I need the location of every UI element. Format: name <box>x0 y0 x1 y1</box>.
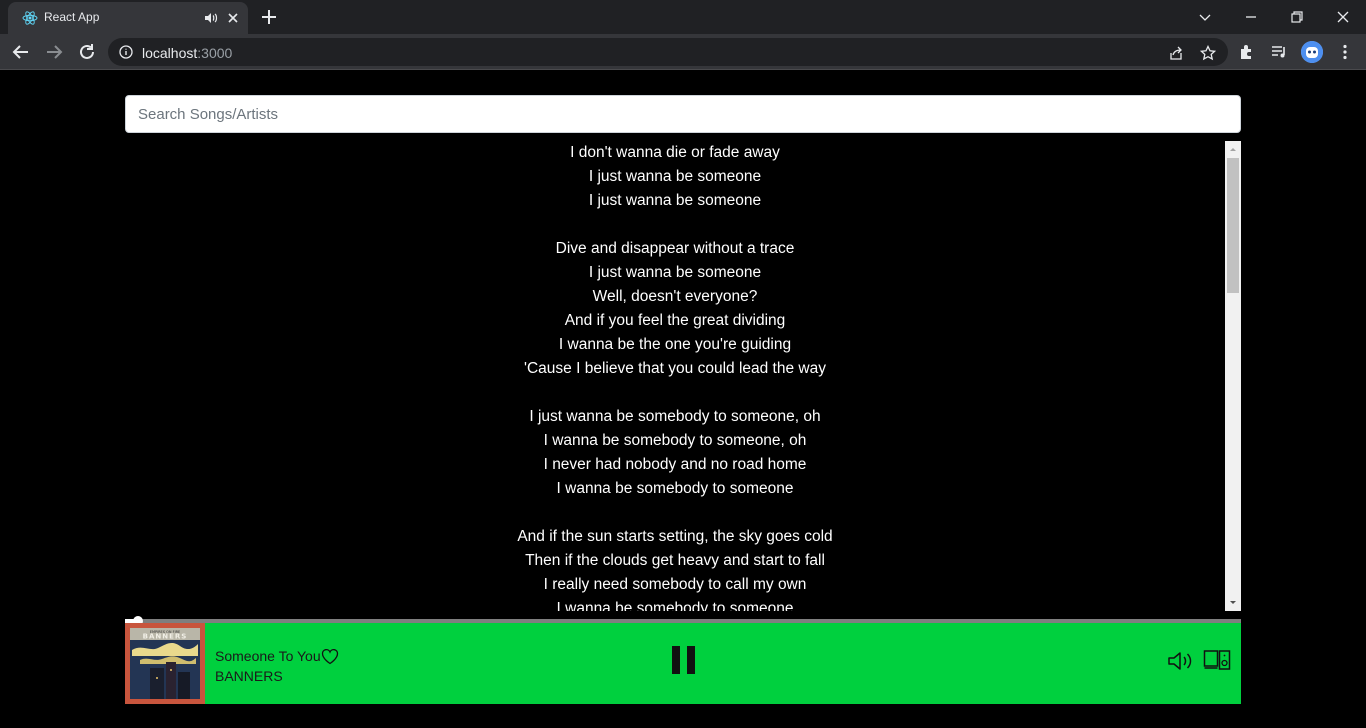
pause-icon-bar <box>687 646 695 674</box>
window-close-icon[interactable] <box>1332 6 1354 28</box>
lyric-line: And if the sun starts setting, the sky g… <box>517 528 833 545</box>
track-artist[interactable]: BANNERS <box>215 668 283 684</box>
react-logo-icon <box>22 11 38 25</box>
album-art-text: BANNERS <box>143 633 188 641</box>
lyric-gap <box>125 213 1225 237</box>
url-text[interactable]: localhost:3000 <box>142 45 232 61</box>
avatar-face-icon <box>1301 41 1323 63</box>
kebab-menu-icon[interactable] <box>1336 43 1354 61</box>
album-art-image: EMPIRES ON FIRE BANNERS <box>130 628 200 699</box>
browser-toolbar: localhost:3000 <box>0 34 1366 70</box>
pause-button[interactable] <box>668 646 698 678</box>
lyric-line: I just wanna be somebody to someone, oh <box>529 408 821 425</box>
pause-icon <box>672 646 680 674</box>
profile-avatar[interactable] <box>1301 41 1323 63</box>
lyric-line: I just wanna be someone <box>588 168 762 185</box>
heart-outline-icon[interactable] <box>321 648 339 665</box>
lyric-line: I wanna be somebody to someone, oh <box>543 432 807 449</box>
devices-icon[interactable] <box>1203 648 1231 672</box>
lyric-line: Dive and disappear without a trace <box>555 240 795 257</box>
restore-icon[interactable] <box>1286 6 1308 28</box>
share-icon[interactable] <box>1168 45 1184 61</box>
lyric-gap <box>125 501 1225 525</box>
lyric-line: I just wanna be someone <box>588 192 762 209</box>
album-art: EMPIRES ON FIRE BANNERS <box>125 623 205 704</box>
url-host: localhost <box>142 45 198 61</box>
lyrics-scrollbar[interactable] <box>1225 141 1241 611</box>
lyric-line: I wanna be somebody to someone <box>556 480 794 497</box>
info-icon[interactable] <box>119 45 133 59</box>
lyric-line: 'Cause I believe that you could lead the… <box>524 360 826 377</box>
browser-tab[interactable]: React App <box>8 2 248 34</box>
scroll-down-arrow-icon[interactable] <box>1225 595 1241 611</box>
tab-title: React App <box>44 10 100 24</box>
lyric-gap <box>125 381 1225 405</box>
new-tab-icon[interactable] <box>260 8 278 26</box>
lyric-line: I wanna be the one you're guiding <box>558 336 792 353</box>
lyric-line: I really need somebody to call my own <box>543 576 807 593</box>
lyric-line: I never had nobody and no road home <box>543 456 807 473</box>
speaker-icon[interactable] <box>204 11 218 25</box>
address-bar[interactable]: localhost:3000 <box>108 38 1228 66</box>
lyric-line: Then if the clouds get heavy and start t… <box>525 552 825 569</box>
scroll-up-arrow-icon[interactable] <box>1225 141 1241 157</box>
app-page: I don't wanna die or fade away I just wan… <box>0 71 1366 728</box>
media-controls-icon[interactable] <box>1270 43 1288 61</box>
star-icon[interactable] <box>1200 45 1216 61</box>
reload-icon[interactable] <box>78 43 96 61</box>
chevron-down-icon[interactable] <box>1194 6 1216 28</box>
lyrics-panel[interactable]: I don't wanna die or fade away I just wan… <box>125 141 1241 611</box>
forward-icon[interactable] <box>45 43 63 61</box>
lyric-line: I don't wanna die or fade away <box>570 144 780 161</box>
close-icon[interactable] <box>225 10 241 26</box>
url-port: :3000 <box>197 45 233 61</box>
back-icon[interactable] <box>12 43 30 61</box>
lyric-line: Well, doesn't everyone? <box>592 288 758 305</box>
scrollbar-thumb[interactable] <box>1227 158 1239 293</box>
lyric-line: I wanna be somebody to someone <box>556 600 794 611</box>
album-art-illustration: EMPIRES ON FIRE BANNERS <box>130 628 200 699</box>
browser-tab-bar: React App <box>0 0 1366 34</box>
lyric-line: I just wanna be someone <box>588 264 762 281</box>
player-bar: EMPIRES ON FIRE BANNERS Someone To You B… <box>125 623 1241 704</box>
lyrics-text: I don't wanna die or fade away I just wan… <box>125 141 1225 611</box>
extensions-icon[interactable] <box>1238 43 1256 61</box>
lyric-line: And if you feel the great dividing <box>564 312 786 329</box>
volume-icon[interactable] <box>1167 650 1195 672</box>
minimize-icon[interactable] <box>1240 6 1262 28</box>
track-title[interactable]: Someone To You <box>215 648 321 664</box>
search-input[interactable] <box>125 95 1241 133</box>
